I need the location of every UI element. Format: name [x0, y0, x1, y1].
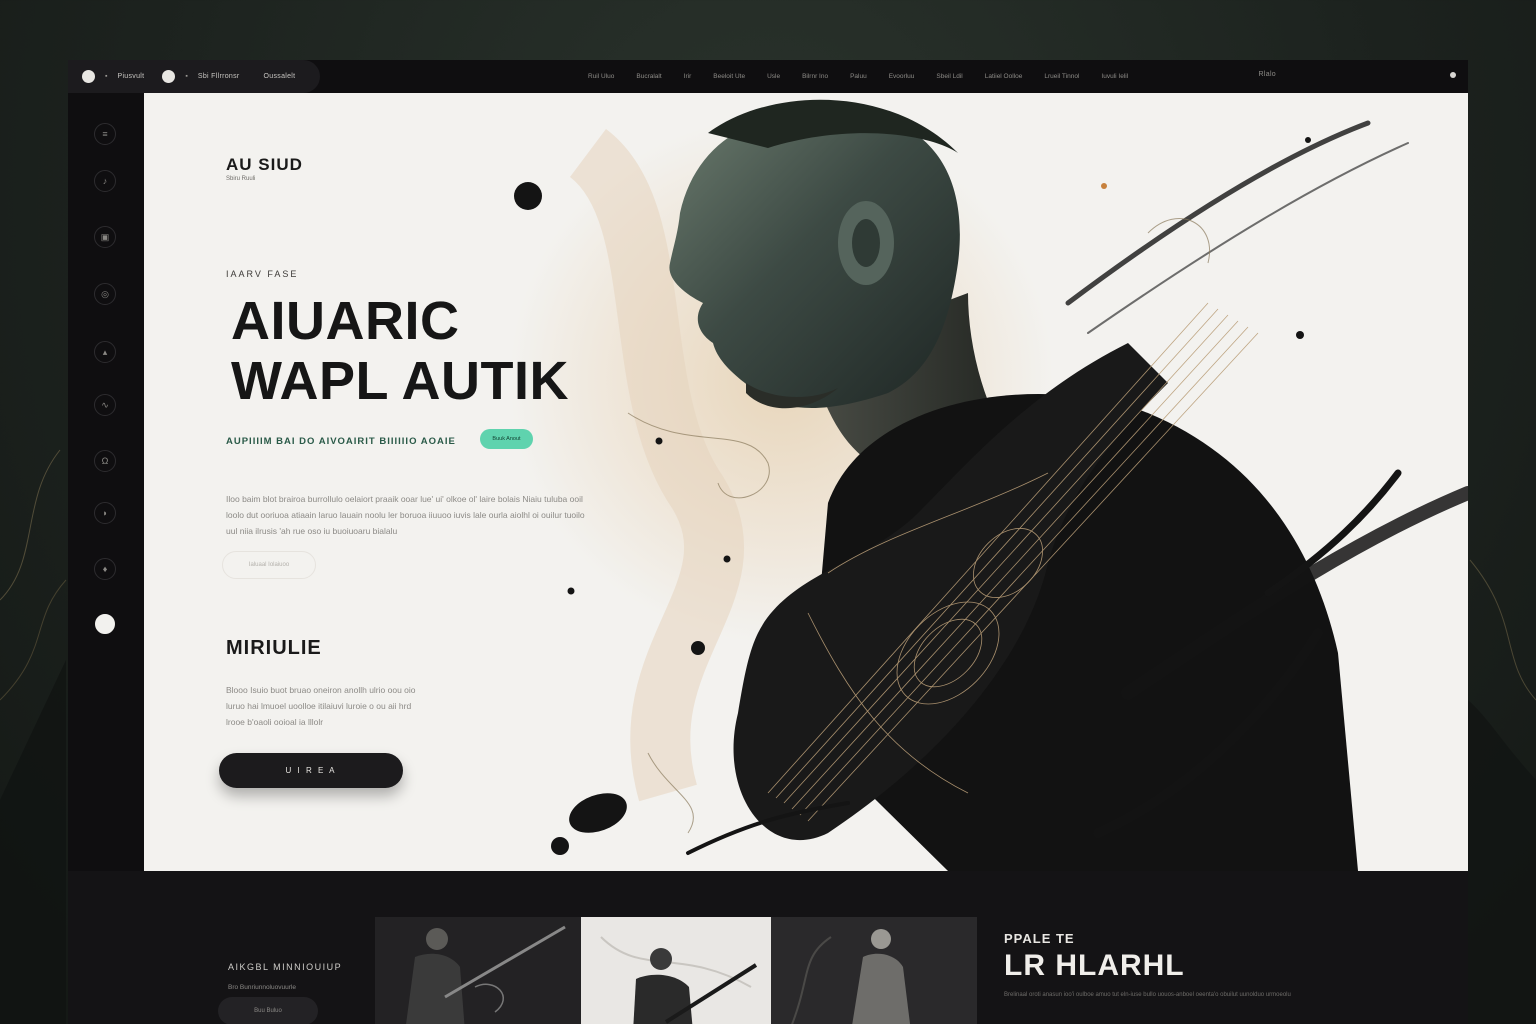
nav-item[interactable]: Beeloit Ute	[713, 73, 745, 80]
nav-item[interactable]: Paluu	[850, 73, 867, 80]
menu-icon[interactable]: ≡	[94, 123, 116, 145]
gallery	[375, 917, 977, 1024]
bottom-pill-button[interactable]: Buu Buluo	[218, 997, 318, 1024]
right-eyebrow: PPALE TE	[1004, 931, 1075, 946]
right-title: LR HLARHL	[1004, 949, 1185, 982]
app-window: ▪ Piusvult ▪ Sbi Fllrronsr Oussalelt Rui…	[68, 60, 1468, 1024]
nav-item[interactable]: Evoorluu	[889, 73, 915, 80]
headline-line-2: WAPL AUTIK	[231, 351, 569, 411]
hero-eyebrow: IAARV FASE	[226, 269, 299, 279]
top-label-2[interactable]: Sbi Fllrronsr	[198, 73, 240, 80]
top-label-3[interactable]: Oussalelt	[264, 73, 296, 80]
right-small-text: Brelinaal oroti anasun ioo'i oulboe amuo…	[1004, 992, 1291, 998]
top-right: Rlalo	[1259, 71, 1456, 78]
top-bar-left: ▪ Piusvult ▪ Sbi Fllrronsr Oussalelt	[68, 60, 320, 93]
nav-item[interactable]: Iuvuli Ielil	[1101, 73, 1128, 80]
gallery-image-2[interactable]	[581, 917, 771, 1024]
nav-item[interactable]: Usle	[767, 73, 780, 80]
nav-item[interactable]: Bucralalt	[636, 73, 661, 80]
hero-section: AU SIUD Sbiru Ruuli IAARV FASE AIUARIC W…	[68, 93, 1468, 871]
hero-tagline: AUPIIIIM BAI DO AIVOAIRIT BIIIIIIO AOAIE	[226, 436, 456, 447]
nav-item[interactable]: Irir	[684, 73, 692, 80]
bottom-eyebrow: AIKGBL MINNIOUIUP	[228, 962, 343, 972]
wave-icon[interactable]: ∿	[94, 394, 116, 416]
ghost-button[interactable]: Ialuaal Iolaiuoo	[222, 551, 316, 579]
brand-logo[interactable]: AU SIUD	[226, 155, 303, 175]
nav-item[interactable]: Sbeil Ldil	[936, 73, 962, 80]
brand-subtitle: Sbiru Ruuli	[226, 176, 256, 182]
gallery-image-1[interactable]	[375, 917, 581, 1024]
grid-icon[interactable]: ▪	[105, 73, 107, 80]
music-note-icon[interactable]: ♪	[94, 170, 116, 192]
radio-icon[interactable]: ◎	[94, 283, 116, 305]
headphones-icon[interactable]: Ω	[94, 450, 116, 472]
active-indicator-icon[interactable]	[95, 614, 115, 634]
nav-item[interactable]: Latiiel Oolloe	[985, 73, 1023, 80]
section-title: MIRIULIE	[226, 637, 322, 659]
toggle-control[interactable]	[162, 70, 176, 83]
window-control[interactable]	[82, 70, 95, 83]
square-icon[interactable]: ▪	[185, 73, 187, 80]
album-icon[interactable]: ▣	[94, 226, 116, 248]
nav-item[interactable]: Ruil Uluo	[588, 73, 614, 80]
bottom-small-text: Bro Bunriunnoluovuurle	[228, 984, 296, 991]
profile-dot-icon[interactable]	[1450, 71, 1456, 78]
play-icon[interactable]: ▴	[94, 341, 116, 363]
nav-item[interactable]: Bilrnr Ino	[802, 73, 828, 80]
hero-headline: AIUARIC WAPL AUTIK	[231, 291, 569, 411]
headline-line-1: AIUARIC	[231, 291, 460, 351]
nav-item[interactable]: Lrueil Tinnol	[1044, 73, 1079, 80]
hero-body-text: Iloo baim blot brairoa burrollulo oelaio…	[226, 494, 585, 536]
top-nav: Ruil Uluo Bucralalt Irir Beeloit Ute Usl…	[588, 60, 1128, 93]
sidebar: ≡ ♪ ▣ ◎ ▴ ∿ Ω ◗ ♦	[68, 93, 144, 873]
primary-cta-button[interactable]: U I R E A	[219, 753, 403, 788]
mic-icon[interactable]: ◗	[94, 502, 116, 524]
gallery-image-3[interactable]	[771, 917, 977, 1024]
bell-icon[interactable]: ♦	[94, 558, 116, 580]
top-label-1[interactable]: Piusvult	[117, 73, 144, 80]
top-bar: ▪ Piusvult ▪ Sbi Fllrronsr Oussalelt Rui…	[68, 60, 1468, 93]
section-body-text: Blooo Isuio buot bruao oneiron anollh ul…	[226, 685, 416, 727]
top-right-label[interactable]: Rlalo	[1259, 71, 1276, 78]
accent-pill-button[interactable]: Buuk Anout	[480, 429, 533, 449]
